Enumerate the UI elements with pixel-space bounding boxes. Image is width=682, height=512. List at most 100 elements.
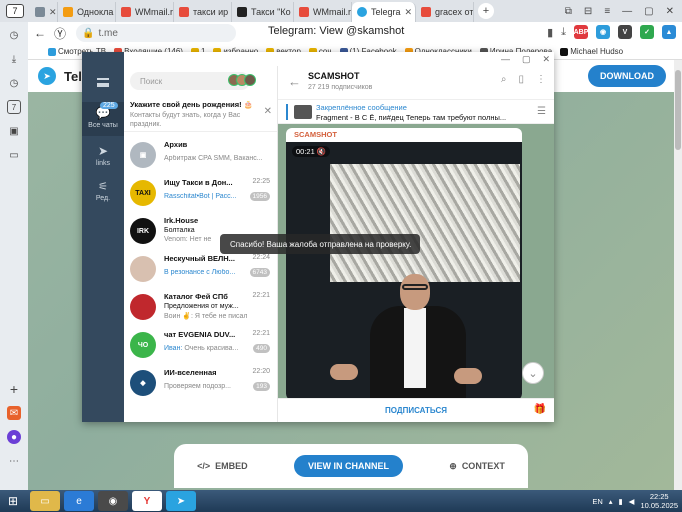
search-icon[interactable]: ⌕	[501, 74, 507, 85]
subscribe-button[interactable]: ПОДПИСАТЬСЯ	[278, 398, 554, 422]
shield-icon[interactable]: ✓	[640, 25, 654, 39]
close-icon[interactable]: ✕	[405, 7, 413, 18]
folder-edit[interactable]: ⚟ Ред.	[82, 180, 124, 208]
close-icon[interactable]: ✕	[264, 106, 272, 117]
tab-7[interactable]: gracex от	[416, 2, 474, 22]
video-player[interactable]: 00:21 🔇	[286, 142, 522, 398]
folder-label: Все чаты	[88, 122, 118, 129]
close-icon[interactable]: ✕	[542, 54, 550, 65]
mute-icon: 🔇	[316, 147, 327, 156]
maximize-icon[interactable]: ▢	[644, 6, 653, 17]
tab-0[interactable]: ✕	[30, 2, 58, 22]
birthday-banner[interactable]: Укажите свой день рождения! 🎂 Контакты б…	[124, 96, 277, 132]
explorer-icon[interactable]: ▭	[30, 491, 60, 511]
more-icon[interactable]: ⋯	[7, 454, 21, 468]
folder-links[interactable]: ➤ links	[82, 142, 124, 172]
network-icon[interactable]: ▮	[619, 497, 623, 506]
collections-icon[interactable]: ▣	[7, 124, 21, 138]
download-icon[interactable]: ⤓	[561, 26, 566, 39]
bookmark-icon[interactable]: ⊟	[584, 6, 592, 17]
tab-2[interactable]: WMmail.r	[116, 2, 174, 22]
minimize-icon[interactable]: —	[622, 6, 632, 17]
tab-7-icon[interactable]: 7	[7, 100, 21, 114]
page-scrollbar[interactable]	[674, 60, 682, 490]
stories-avatars[interactable]	[228, 74, 256, 86]
url-text: t.me	[98, 27, 118, 39]
chat-item[interactable]: Нескучный ВЕЛН... 22:24 В резонансе с Любо…	[124, 250, 277, 288]
ie-icon[interactable]: e	[64, 491, 94, 511]
add-icon[interactable]: +	[7, 381, 21, 397]
close-icon[interactable]: ✕	[49, 7, 57, 18]
menu-icon[interactable]	[97, 78, 109, 87]
channel-title[interactable]: SCAMSHOT	[308, 71, 360, 81]
new-tab-button[interactable]: +	[478, 3, 494, 19]
tab-1[interactable]: Однокла	[58, 2, 116, 22]
channel-header: ← SCAMSHOT 27 219 подписчиков ⌕ ▯ ⋮	[278, 66, 554, 100]
yandex-browser-icon[interactable]: Y	[132, 491, 162, 511]
url-field[interactable]: 🔒 t.me	[76, 24, 236, 42]
avatar: IRK	[130, 218, 156, 244]
history-icon[interactable]: ◷	[7, 76, 21, 90]
embed-button[interactable]: </> EMBED	[197, 461, 248, 471]
clock[interactable]: 22:25 10.05.2025	[640, 492, 678, 510]
pinned-thumbnail	[294, 105, 312, 119]
download-icon[interactable]: ⤓	[7, 52, 21, 66]
menu-icon[interactable]: ≡	[604, 6, 610, 17]
history-icon[interactable]: ◷	[7, 28, 21, 42]
more-icon[interactable]: ⋮	[536, 74, 546, 85]
bookmark-item[interactable]: Michael Hudso	[560, 47, 623, 56]
download-button[interactable]: DOWNLOAD	[588, 65, 666, 87]
pin-icon[interactable]: ▲	[662, 25, 676, 39]
sidebar-icon[interactable]: ▯	[518, 74, 524, 85]
copy-icon[interactable]: ⧉	[565, 6, 572, 17]
tab-3[interactable]: такси ир	[174, 2, 232, 22]
tab-4[interactable]: Такси "Ко	[232, 2, 294, 22]
mail-icon[interactable]: ✉	[7, 406, 21, 420]
folder-all-chats[interactable]: 💬 225 Все чаты	[82, 102, 124, 136]
avatar: ◆	[130, 370, 156, 396]
message-bubble: SCAMSHOT 00:21 🔇	[286, 128, 522, 398]
adblock-icon[interactable]: ABP	[574, 25, 588, 39]
unread-badge: 193	[253, 382, 270, 391]
pinned-text: Fragment - В С Ё, пи#дец Теперь там треб…	[316, 113, 506, 122]
vpn-icon[interactable]: V	[618, 25, 632, 39]
chat-item-archive[interactable]: ▣ Архив Арбитраж CPA SMM, Ваканс...	[124, 136, 277, 174]
tab-count[interactable]: 7	[6, 4, 24, 18]
pin-list-icon[interactable]: ☰	[537, 106, 546, 117]
unread-badge: 225	[100, 102, 118, 109]
taskbar: ⊞ ▭ e ◉ Y ➤ EN ▴ ▮ ◀ 22:25 10.05.2025	[0, 490, 682, 512]
back-icon[interactable]: ←	[32, 25, 48, 41]
language-indicator[interactable]: EN	[592, 497, 602, 506]
chat-item[interactable]: ЧО чат EVGENIA DUV... 22:21 Иван: Очень кр…	[124, 326, 277, 364]
message-author: SCAMSHOT	[294, 130, 337, 139]
back-arrow-icon[interactable]: ←	[288, 74, 301, 89]
pinned-message[interactable]: Закреплённое сообщение Fragment - В С Ё,…	[278, 100, 554, 124]
tab-favicon-icon	[63, 7, 73, 17]
minimize-icon[interactable]: —	[501, 54, 510, 65]
telegram-window: — ▢ ✕ 💬 225 Все чаты ➤ links ⚟ Ред. Поис…	[82, 52, 554, 422]
lock-icon: 🔒	[82, 27, 95, 39]
view-in-channel-button[interactable]: VIEW IN CHANNEL	[293, 455, 403, 477]
alice-icon[interactable]: ●	[7, 430, 21, 444]
context-button[interactable]: ⊕ CONTEXT	[449, 461, 505, 472]
chrome-icon[interactable]: ◉	[98, 491, 128, 511]
extension-icon[interactable]: ◉	[596, 25, 610, 39]
display-icon[interactable]: ▭	[7, 148, 21, 162]
avatar	[130, 256, 156, 282]
volume-icon[interactable]: ◀	[629, 497, 635, 506]
bookmark-icon[interactable]: ▮	[547, 26, 553, 39]
tray-icon[interactable]: ▴	[609, 497, 613, 506]
telegram-icon[interactable]: ➤	[166, 491, 196, 511]
start-button[interactable]: ⊞	[0, 490, 26, 512]
chat-item[interactable]: TAXI Ищу Такси в Дон... 22:25 Rasschitat•B…	[124, 174, 277, 212]
gift-icon[interactable]: 🎁	[534, 404, 546, 415]
chat-item[interactable]: ◆ ИИ-вселенная 22:20 Проверяем подозр... 19…	[124, 364, 277, 402]
tab-5[interactable]: WMmail.r	[294, 2, 352, 22]
close-icon[interactable]: ✕	[666, 6, 674, 17]
maximize-icon[interactable]: ▢	[522, 54, 531, 65]
chat-item[interactable]: Каталог Фей СПб 22:21 Предложения от муж..…	[124, 288, 277, 326]
sliders-icon: ⚟	[98, 181, 108, 193]
yandex-icon[interactable]: Ⓨ	[52, 25, 68, 41]
scroll-down-button[interactable]: ⌄	[522, 362, 544, 384]
tab-6[interactable]: Telegra ✕	[352, 2, 416, 22]
